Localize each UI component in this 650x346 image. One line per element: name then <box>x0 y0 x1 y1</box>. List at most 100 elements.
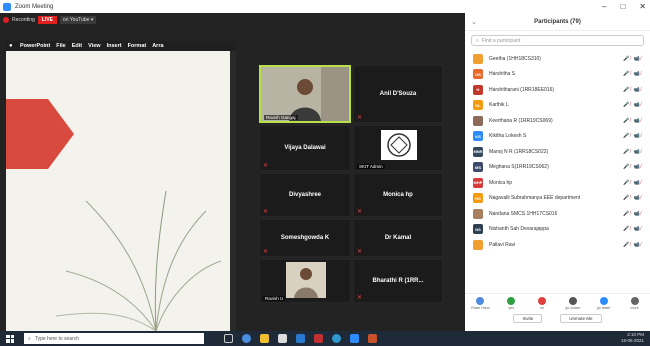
reaction-no-button[interactable]: no <box>531 297 553 310</box>
window-title: Zoom Meeting <box>15 3 54 10</box>
reaction-icon <box>630 297 639 305</box>
video-tile-active-speaker[interactable]: Ravish Gangaj <box>259 65 351 123</box>
minimize-icon[interactable]: – <box>602 2 606 11</box>
close-icon[interactable]: ✕ <box>639 2 646 11</box>
participant-avatar: HS <box>473 69 483 80</box>
apple-icon: ● <box>9 43 13 49</box>
invite-button[interactable]: Invite <box>513 314 543 323</box>
profile-photo <box>286 262 326 298</box>
menu-arrange: Arra <box>152 43 164 49</box>
chrome-icon[interactable] <box>242 334 251 343</box>
participant-name: Bharathi R (1RR... <box>372 278 424 284</box>
clock-date[interactable]: 19-06-2021 <box>621 338 644 344</box>
maximize-icon[interactable]: □ <box>620 2 625 11</box>
participant-name: Monica hp <box>489 179 513 186</box>
menu-view: View <box>88 43 101 49</box>
reaction-label: Raise Hand <box>471 306 490 310</box>
video-tile[interactable]: Bharathi R (1RR... ✕ <box>353 259 443 303</box>
mic-video-muted-icon: 🎤̸ 📹̸ <box>623 179 642 186</box>
mic-muted-icon: ✕ <box>357 295 363 301</box>
participants-title: Participants (79) <box>534 18 581 25</box>
mic-muted-icon: ✕ <box>263 163 269 169</box>
reaction-go-slower-button[interactable]: go slower <box>562 297 584 310</box>
participant-search-input[interactable]: ⌕ Find a participant <box>471 35 644 46</box>
participant-name: Nishanth Sah Devarajappa <box>489 226 549 233</box>
powerpoint-taskbar-icon[interactable] <box>368 334 377 343</box>
participant-avatar: NS <box>473 193 483 204</box>
task-view-icon[interactable] <box>224 334 233 343</box>
unmute-me-button[interactable]: Unmute Me <box>560 314 602 323</box>
participant-row[interactable]: Nandana SMCS 1HH17CS016 🎤̸ 📹̸ <box>465 206 650 222</box>
reaction-more-button[interactable]: more <box>624 297 646 310</box>
participant-row[interactable]: NS Nishanth Sah Devarajappa 🎤̸ 📹̸ <box>465 222 650 238</box>
meeting-area: Recording LIVE on YouTube ▾ ● PowerPoint… <box>0 13 465 331</box>
participant-name: Divyashree <box>288 192 322 198</box>
zoom-taskbar-icon[interactable] <box>350 334 359 343</box>
photos-icon[interactable] <box>314 334 323 343</box>
video-tile[interactable]: Ravish U <box>259 259 351 303</box>
video-tile[interactable]: Monica hp ✕ <box>353 173 443 217</box>
mail-icon[interactable] <box>296 334 305 343</box>
video-tile[interactable]: SKIT Admin <box>353 125 443 171</box>
participant-row[interactable]: KS Kikitha Lokesh S 🎤̸ 📹̸ <box>465 129 650 145</box>
menu-format: Format <box>127 43 147 49</box>
college-logo-icon <box>381 130 417 160</box>
windows-start-icon[interactable] <box>6 334 14 343</box>
mic-video-muted-icon: 🎤̸ 📹̸ <box>623 86 642 93</box>
file-explorer-icon[interactable] <box>260 334 269 343</box>
participant-row[interactable]: NS Nagavalli Subrahmanya EEE department 🎤̸… <box>465 191 650 207</box>
mic-video-muted-icon: 🎤̸ 📹̸ <box>623 195 642 202</box>
reaction-raise-hand-button[interactable]: Raise Hand <box>469 297 491 310</box>
mic-video-muted-icon: 🎤̸ 📹̸ <box>623 226 642 233</box>
mic-video-muted-icon: 🎤̸ 📹̸ <box>623 210 642 217</box>
edge-icon[interactable] <box>332 334 341 343</box>
participant-list: Geetha (1HH18CS310) 🎤̸ 📹̸ HS Harshitha S 🎤̸ … <box>465 51 650 293</box>
participant-name: Harshitha S <box>489 71 516 78</box>
participant-row[interactable]: H Harshitharani (1RR18EE016) 🎤̸ 📹̸ <box>465 82 650 98</box>
participant-avatar: KS <box>473 131 483 142</box>
participant-name: Someshgowda K <box>280 235 330 241</box>
video-tile[interactable]: Divyashree ✕ <box>259 173 351 217</box>
zoom-window: Zoom Meeting – □ ✕ Recording LIVE on You… <box>0 0 650 346</box>
windows-taskbar: ⌕ Type here to search 2:10 PM 19-06-2021 <box>0 331 650 346</box>
mic-video-muted-icon: 🎤̸ 📹̸ <box>623 102 642 109</box>
zoom-logo-icon <box>3 2 11 11</box>
participant-row[interactable]: Pallavi Ravi 🎤̸ 📹̸ <box>465 237 650 253</box>
chevron-down-icon[interactable]: ⌄ <box>471 18 477 26</box>
panel-header: ⌄ Participants (79) <box>465 13 650 31</box>
powerpoint-menu-bar: ● PowerPoint File Edit View Insert Forma… <box>6 41 236 51</box>
video-tile[interactable]: Anil D'Souza ✕ <box>353 65 443 123</box>
menu-file: File <box>56 43 66 49</box>
speaker-video <box>261 67 349 121</box>
participant-row[interactable]: HS Harshitha S 🎤̸ 📹̸ <box>465 67 650 83</box>
participant-name: Harshitharani (1RR18EE016) <box>489 86 555 93</box>
participant-avatar: NS <box>473 224 483 235</box>
mic-video-muted-icon: 🎤̸ 📹̸ <box>623 71 642 78</box>
mic-muted-icon: ✕ <box>357 115 363 121</box>
youtube-dropdown[interactable]: on YouTube ▾ <box>59 16 97 24</box>
menu-edit: Edit <box>71 43 83 49</box>
participant-row[interactable]: MS Meghana S(1RR19CS062) 🎤̸ 📹̸ <box>465 160 650 176</box>
video-tile[interactable]: Someshgowda K ✕ <box>259 219 351 257</box>
video-tile[interactable]: Vijaya Dalawai ✕ <box>259 125 351 171</box>
taskbar-search-input[interactable]: ⌕ Type here to search <box>24 333 204 344</box>
store-icon[interactable] <box>278 334 287 343</box>
participant-row[interactable]: MNR Manoj N R (1RR18CS022) 🎤̸ 📹̸ <box>465 144 650 160</box>
search-icon: ⌕ <box>476 37 479 44</box>
mic-video-muted-icon: 🎤̸ 📹̸ <box>623 241 642 248</box>
search-placeholder: Find a participant <box>481 37 521 44</box>
participant-avatar: MS <box>473 162 483 173</box>
reaction-yes-button[interactable]: yes <box>500 297 522 310</box>
participant-row[interactable]: KL Karthik L 🎤̸ 📹̸ <box>465 98 650 114</box>
reaction-go-faster-button[interactable]: go faster <box>593 297 615 310</box>
participant-name: Karthik L <box>489 102 509 109</box>
reaction-label: go faster <box>596 306 611 310</box>
participant-row[interactable]: MHP Monica hp 🎤̸ 📹̸ <box>465 175 650 191</box>
live-badge[interactable]: LIVE <box>37 16 57 24</box>
participant-row[interactable]: Geetha (1HH18CS310) 🎤̸ 📹̸ <box>465 51 650 67</box>
video-tile[interactable]: Dr Kamal ✕ <box>353 219 443 257</box>
participant-name: Geetha (1HH18CS310) <box>489 55 541 62</box>
participant-name: Nagavalli Subrahmanya EEE department <box>489 195 581 202</box>
mic-video-muted-icon: 🎤̸ 📹̸ <box>623 133 642 140</box>
participant-row[interactable]: Keerthana R (1RR19CS069) 🎤̸ 📹̸ <box>465 113 650 129</box>
